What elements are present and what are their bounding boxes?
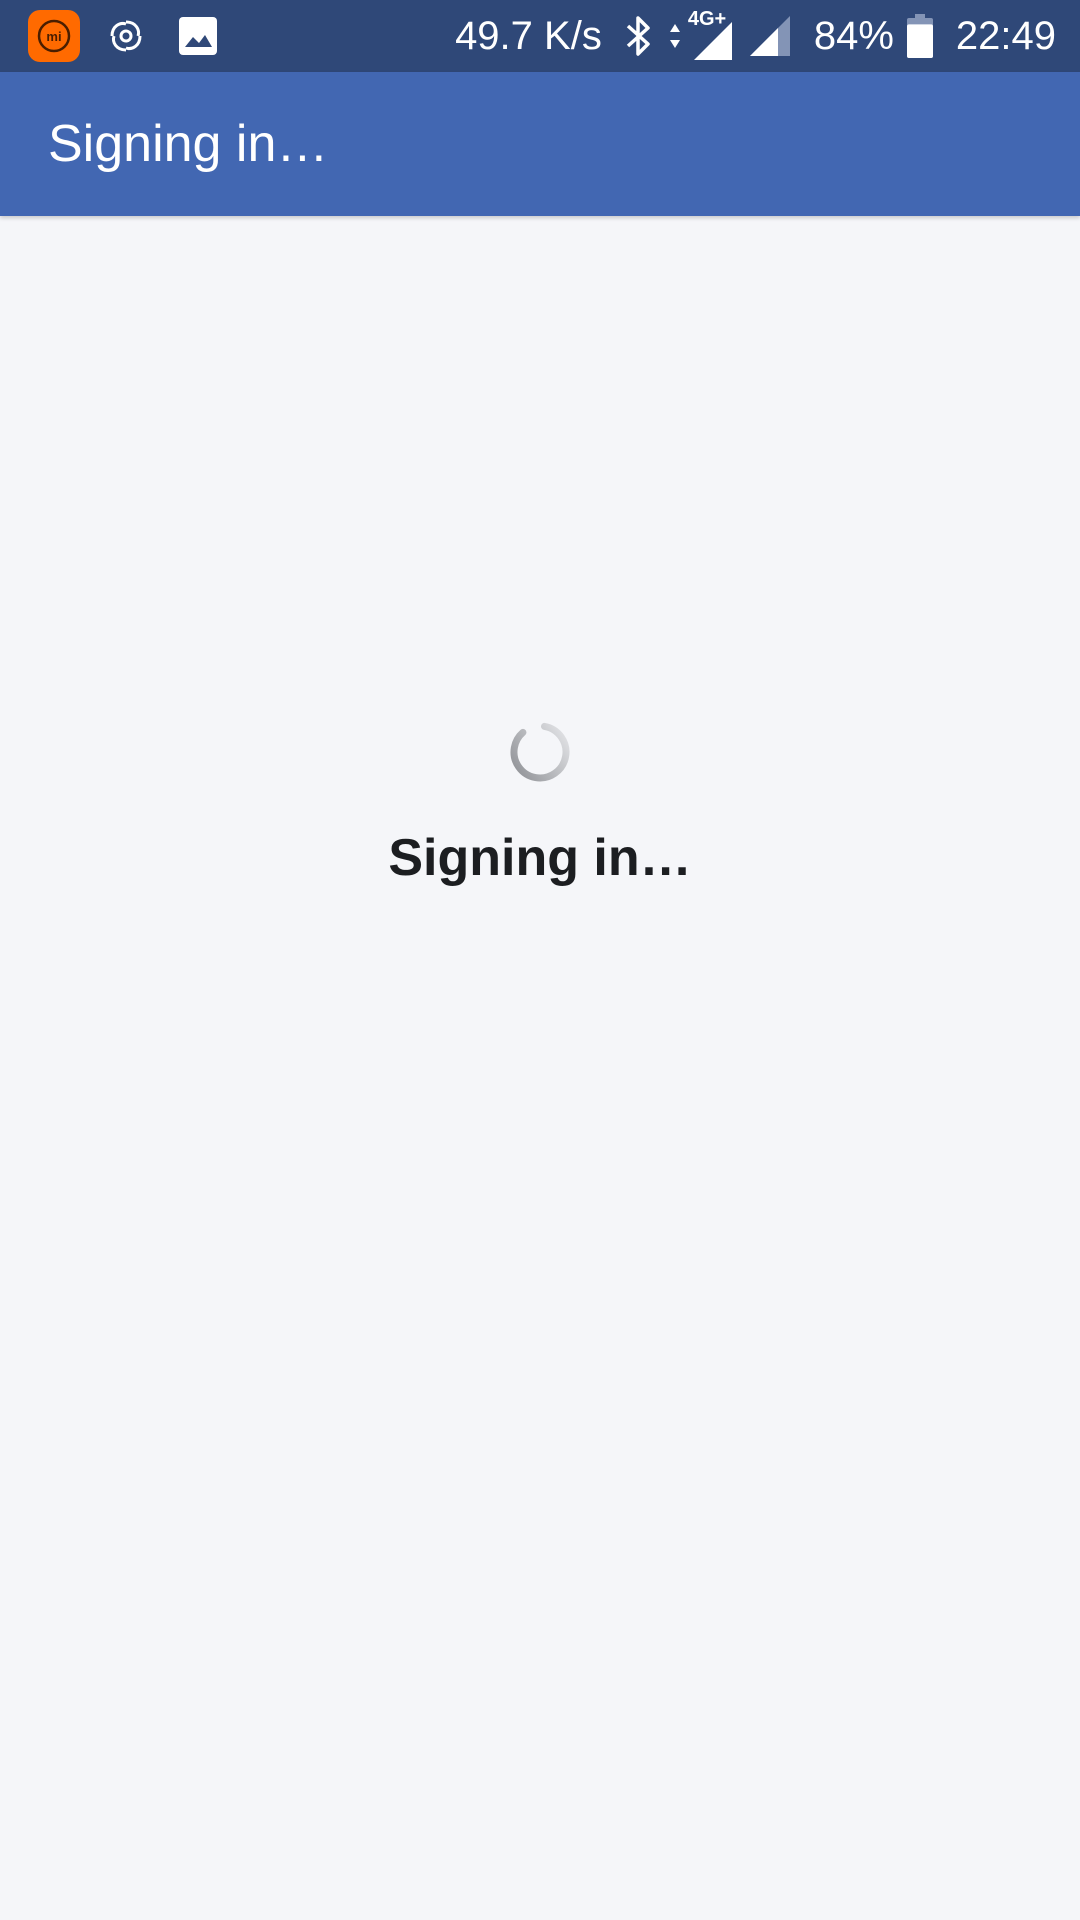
app-bar-title: Signing in… <box>48 115 329 173</box>
svg-text:mi: mi <box>46 29 61 44</box>
status-bar-left: mi <box>28 0 244 72</box>
mi-app-icon: mi <box>28 10 80 62</box>
image-icon <box>172 10 224 62</box>
loading-spinner-icon <box>510 722 570 782</box>
bluetooth-icon <box>624 14 654 58</box>
clock-time: 22:49 <box>955 14 1056 58</box>
status-bar: mi 49.7 K/s 4G+ 84% 22:49 <box>0 0 1080 72</box>
loading-message: Signing in… <box>388 829 692 887</box>
status-bar-right: 49.7 K/s 4G+ 84% 22:49 <box>455 0 1056 72</box>
signal-partial-icon <box>748 14 792 58</box>
signal-full-icon: 4G+ <box>686 8 734 62</box>
battery-percent: 84% <box>813 14 894 58</box>
battery-icon <box>906 13 934 59</box>
swirl-icon <box>100 10 152 62</box>
app-bar: Signing in… <box>0 72 1080 216</box>
network-type-label: 4G+ <box>687 8 727 30</box>
data-arrows-icon <box>668 22 682 50</box>
loading-container: Signing in… <box>0 720 1080 888</box>
net-speed: 49.7 K/s <box>455 14 602 58</box>
